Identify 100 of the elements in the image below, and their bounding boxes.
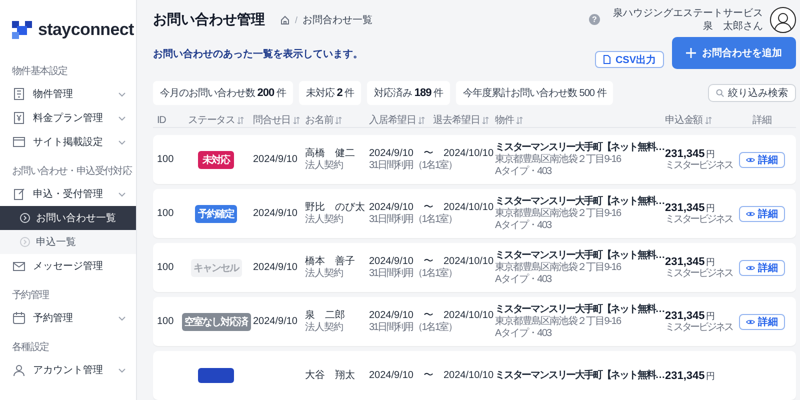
sidebar-item-label: アカウント管理 (33, 364, 104, 377)
column-header[interactable]: お名前 (305, 113, 342, 127)
room-type: Aタイプ・403 (495, 328, 552, 340)
agent-name: ミスタービジネス (665, 268, 732, 280)
stay-note: 31日間利用（1名1室） (369, 268, 457, 280)
add-inquiry-button[interactable]: お問合わせを追加 (672, 37, 796, 69)
table-cell: 100 (157, 262, 174, 273)
sidebar-item[interactable]: 予約管理 (0, 306, 136, 330)
contract-type: 法人契約 (305, 322, 343, 334)
column-header[interactable]: ステータス (188, 113, 244, 127)
customer-name: 高橋 健二 (305, 148, 355, 160)
property-address: 東京都豊島区南池袋２丁目9-16 (495, 154, 621, 166)
description-text: お問い合わせのあった一覧を表示しています。 (153, 48, 363, 61)
avatar-icon (770, 6, 796, 32)
detail-button[interactable]: 詳細 (739, 260, 785, 276)
detail-button[interactable]: 詳細 (739, 152, 785, 168)
property-name: ミスターマンスリー大手町【ネット無料… (495, 196, 664, 208)
stay-period: 2024/9/10 〜 2024/10/10 (369, 148, 494, 160)
customer-name: 泉 二郎 (305, 310, 345, 322)
stat-summary: 対応済み 189 件 (367, 81, 450, 105)
user-name: 泉 太郎さん (703, 20, 763, 32)
section-label: 各種設定 (11, 340, 50, 355)
amount: 231,345 円 (665, 202, 715, 214)
file-icon (603, 55, 612, 64)
plus-icon (686, 48, 696, 58)
breadcrumb-link[interactable]: お問合わせ一覧 (302, 12, 373, 26)
csv-export-button[interactable]: CSV出力 (595, 51, 664, 68)
sidebar-item-label: 物件管理 (33, 88, 74, 101)
edit-document-icon (12, 187, 26, 201)
table-cell: 100 (157, 208, 174, 219)
circle-chevron-icon (20, 237, 30, 247)
sidebar-subitem[interactable]: お問い合わせ一覧 (0, 206, 136, 230)
yen-document-icon (12, 111, 26, 125)
customer-name: 橋本 善子 (305, 256, 355, 268)
column-header[interactable]: 入居希望日 (369, 113, 426, 127)
table-cell: 2024/9/10 (253, 208, 298, 219)
column-header[interactable]: 物件 (495, 113, 523, 127)
filter-search-button[interactable]: 絞り込み検索 (708, 84, 796, 102)
envelope-icon (12, 259, 26, 273)
amount: 231,345 円 (665, 370, 715, 382)
sidebar-item[interactable]: 料金プラン管理 (0, 106, 136, 130)
stay-period: 2024/9/10 〜 2024/10/10 (369, 370, 494, 382)
contract-type: 法人契約 (305, 214, 343, 226)
stat-summary: 今年度累計お問い合わせ数 500 件 (456, 81, 614, 105)
section-label: 予約管理 (11, 289, 50, 303)
sidebar-item[interactable]: 申込・受付管理 (0, 182, 136, 206)
contract-type: 法人契約 (305, 268, 343, 280)
status-tag: 空室なし対応済 (182, 312, 250, 330)
property-name: ミスターマンスリー大手町【ネット無料… (495, 250, 664, 262)
sidebar-item[interactable]: 物件管理 (0, 82, 136, 106)
sidebar-item[interactable]: アカウント管理 (0, 358, 136, 382)
building-icon (12, 87, 26, 101)
property-name: ミスターマンスリー大手町【ネット無料… (495, 370, 664, 382)
agent-name: ミスタービジネス (665, 214, 732, 226)
sidebar-item-label: 料金プラン管理 (33, 112, 104, 125)
room-type: Aタイプ・403 (495, 274, 552, 286)
property-address: 東京都豊島区南池袋２丁目9-16 (495, 208, 621, 220)
stat-summary: 今月のお問い合わせ数 200 件 (153, 81, 293, 105)
column-header[interactable]: 申込金額 (665, 113, 712, 127)
home-icon (280, 15, 290, 25)
table-cell: 2024/9/10 (253, 154, 298, 165)
amount: 231,345 円 (665, 310, 715, 322)
customer-name: 野比 のび太 (305, 202, 365, 214)
column-header: ID (157, 114, 166, 126)
search-icon (716, 89, 724, 97)
sidebar-item[interactable]: サイト掲載設定 (0, 130, 136, 154)
property-name: ミスターマンスリー大手町【ネット無料… (495, 304, 664, 316)
detail-button[interactable]: 詳細 (739, 314, 785, 330)
calendar-icon (12, 311, 26, 325)
column-header: 詳細 (752, 114, 772, 127)
table-cell: 100 (157, 316, 174, 327)
agent-name: ミスタービジネス (665, 160, 732, 172)
property-name: ミスターマンスリー大手町【ネット無料… (495, 142, 664, 154)
section-label: お問い合わせ・申込受付対応 (11, 164, 134, 179)
stay-note: 31日間利用（1名1室） (369, 160, 457, 172)
room-type: Aタイプ・403 (495, 220, 552, 232)
column-header[interactable]: 問合せ日 (253, 113, 300, 127)
property-address: 東京都豊島区南池袋２丁目9-16 (495, 316, 621, 328)
status-tag: 未対応 (198, 150, 234, 168)
person-icon (12, 363, 26, 377)
table-cell: 100 (157, 154, 174, 165)
sidebar-subitem[interactable]: 申込一覧 (0, 230, 136, 254)
eye-icon (746, 210, 755, 216)
detail-button[interactable]: 詳細 (739, 206, 785, 222)
sidebar-item[interactable]: メッセージ管理 (0, 254, 136, 278)
table-cell: 2024/9/10 (253, 316, 298, 327)
contract-type: 法人契約 (305, 160, 343, 172)
eye-icon (746, 156, 755, 162)
sidebar-subitem-label: お問い合わせ一覧 (36, 212, 116, 225)
circle-chevron-icon (20, 213, 30, 223)
amount: 231,345 円 (665, 256, 715, 268)
logo-text: stayconnect (38, 20, 134, 40)
stay-period: 2024/9/10 〜 2024/10/10 (369, 256, 494, 268)
sidebar-item-label: メッセージ管理 (33, 260, 104, 273)
logo-icon (12, 21, 34, 39)
company-name: 泉ハウジングエステートサービス (613, 6, 763, 20)
column-header[interactable]: 退去希望日 (433, 113, 490, 127)
sidebar-subitem-label: 申込一覧 (36, 236, 76, 249)
table-row[interactable]: 大谷 翔太 2024/9/10 〜 2024/10/10 ミスターマンスリー大手町【ネット無料…231,345 円 (153, 351, 796, 400)
stay-period: 2024/9/10 〜 2024/10/10 (369, 202, 494, 214)
